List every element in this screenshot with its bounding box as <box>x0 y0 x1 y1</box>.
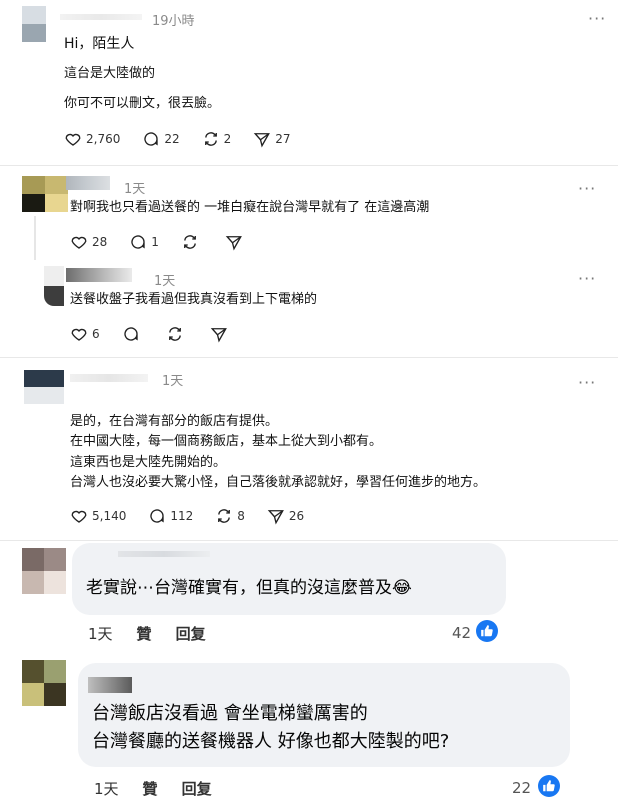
comment-bubble: 老實說⋯台灣確實有，但真的沒這麼普及😂 <box>72 543 506 615</box>
username-redacted[interactable] <box>66 268 132 282</box>
post-time: 1天 <box>162 374 184 389</box>
avatar[interactable] <box>44 266 64 306</box>
comment-count: 112 <box>170 509 194 523</box>
post-actions: 2,760 22 2 27 <box>64 130 313 148</box>
repost-button[interactable]: 8 <box>215 507 245 525</box>
comment-text-line: 台灣餐廳的送餐機器人 好像也都大陸製的吧? <box>92 731 450 752</box>
comment-actions: 1天 贊 回复 <box>88 623 230 644</box>
like-count: 6 <box>92 327 100 341</box>
reply-link[interactable]: 回复 <box>182 778 212 799</box>
heart-icon <box>71 236 87 249</box>
post-text-line: 台灣人也沒必要大驚小怪，自己落後就承認就好，學習任何進步的地方。 <box>70 475 487 490</box>
post-text-line: Hi，陌生人 <box>64 36 135 52</box>
repost-button[interactable]: 2 <box>202 130 232 148</box>
heart-icon <box>65 133 81 146</box>
share-icon <box>267 510 284 525</box>
comment-button[interactable] <box>122 325 144 343</box>
like-count: 2,760 <box>86 132 121 146</box>
like-link[interactable]: 贊 <box>143 778 158 799</box>
share-button[interactable]: 26 <box>267 507 304 525</box>
divider <box>0 540 618 541</box>
post-time: 19小時 <box>152 14 195 29</box>
divider <box>0 165 618 166</box>
comment-actions: 1天 贊 回复 <box>94 778 236 799</box>
heart-icon <box>71 328 87 341</box>
comment-bubble: 台灣飯店沒看過 會坐電梯蠻厲害的 台灣餐廳的送餐機器人 好像也都大陸製的吧? <box>78 663 570 767</box>
username-redacted[interactable] <box>66 176 110 190</box>
share-count: 26 <box>288 509 305 523</box>
like-button[interactable]: 6 <box>70 325 100 343</box>
share-icon <box>225 236 242 251</box>
repost-icon <box>218 509 231 523</box>
comment-icon <box>124 327 138 341</box>
repost-icon <box>204 132 217 146</box>
comment-icon <box>144 132 159 146</box>
comment-button[interactable]: 1 <box>129 233 159 251</box>
comment-button[interactable]: 22 <box>142 130 180 148</box>
comment-time: 1天 <box>94 780 119 798</box>
avatar[interactable] <box>22 548 66 594</box>
comment-text: 老實說⋯台灣確實有，但真的沒這麼普及😂 <box>86 578 412 598</box>
thumbs-up-icon[interactable] <box>476 620 498 642</box>
username-redacted[interactable] <box>60 14 142 20</box>
comment-text-line: 台灣飯店沒看過 會坐電梯蠻厲害的 <box>92 703 368 724</box>
avatar[interactable] <box>24 370 64 404</box>
comment-icon <box>131 235 145 249</box>
username-redacted[interactable] <box>88 677 132 693</box>
reaction-count: 22 <box>512 779 532 797</box>
comment-time: 1天 <box>88 625 113 643</box>
repost-count: 8 <box>237 509 245 523</box>
post-text-line: 這台是大陸做的 <box>64 66 156 81</box>
avatar[interactable] <box>22 176 68 212</box>
reply-time: 1天 <box>124 182 146 197</box>
comment-icon <box>150 509 165 523</box>
reply-time: 1天 <box>154 274 176 289</box>
repost-button[interactable] <box>166 325 188 343</box>
reply-actions: 28 1 <box>70 233 269 251</box>
post-actions: 5,140 112 8 26 <box>70 507 326 525</box>
comment-count: 22 <box>164 132 180 146</box>
share-button[interactable] <box>210 325 232 343</box>
more-icon[interactable]: ··· <box>578 181 596 197</box>
username-redacted[interactable] <box>70 374 148 382</box>
thumbs-up-icon[interactable] <box>538 775 560 797</box>
reply-text: 送餐收盤子我看過但我真沒看到上下電梯的 <box>70 292 318 307</box>
reply-link[interactable]: 回复 <box>176 623 206 644</box>
share-count: 27 <box>275 132 291 146</box>
post-text-line: 在中國大陸，每一個商務飯店，基本上從大到小都有。 <box>70 434 383 449</box>
username-redacted[interactable] <box>118 551 210 557</box>
like-button[interactable]: 5,140 <box>70 507 126 525</box>
divider <box>0 357 618 358</box>
like-link[interactable]: 贊 <box>137 623 152 644</box>
heart-icon <box>71 510 87 523</box>
thread-line <box>34 216 36 260</box>
post-text-line: 你可不可以刪文，很丟臉。 <box>64 96 221 111</box>
reaction-count: 42 <box>452 624 472 642</box>
repost-icon <box>168 327 181 341</box>
more-icon[interactable]: ··· <box>578 271 596 287</box>
post-text-line: 是的，在台灣有部分的飯店有提供。 <box>70 414 279 429</box>
comment-button[interactable]: 112 <box>148 507 193 525</box>
reply-text: 對啊我也只看過送餐的 一堆白癡在說台灣早就有了 在這邊高潮 <box>70 200 430 215</box>
repost-count: 2 <box>223 132 232 146</box>
share-button[interactable] <box>225 233 247 251</box>
share-button[interactable]: 27 <box>253 130 291 148</box>
more-icon[interactable]: ··· <box>588 11 606 27</box>
reply-actions: 6 <box>70 325 254 343</box>
avatar[interactable] <box>22 660 66 706</box>
avatar[interactable] <box>22 6 46 42</box>
share-icon <box>254 133 271 148</box>
repost-button[interactable] <box>181 233 203 251</box>
more-icon[interactable]: ··· <box>578 375 596 391</box>
post-text-line: 這東西也是大陸先開始的。 <box>70 455 227 470</box>
like-button[interactable]: 28 <box>70 233 107 251</box>
like-count: 5,140 <box>92 509 127 523</box>
like-count: 28 <box>92 235 108 249</box>
comment-count: 1 <box>151 235 159 249</box>
like-button[interactable]: 2,760 <box>64 130 120 148</box>
share-icon <box>210 328 227 343</box>
repost-icon <box>183 235 196 249</box>
